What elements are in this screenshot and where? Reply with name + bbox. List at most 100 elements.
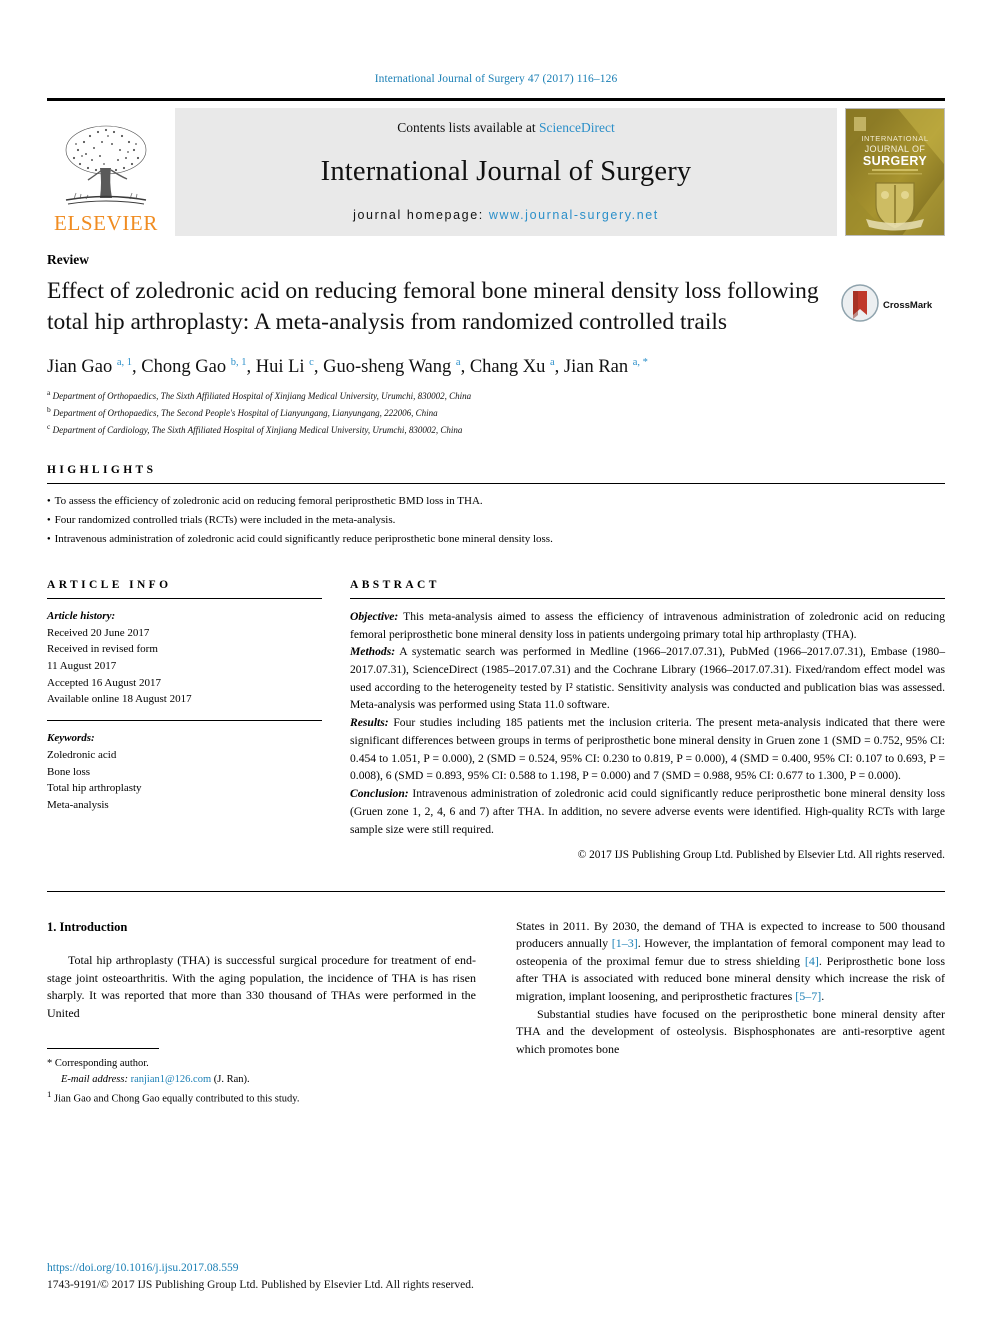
sciencedirect-link[interactable]: ScienceDirect	[539, 120, 615, 135]
svg-text:INTERNATIONAL: INTERNATIONAL	[861, 134, 928, 143]
intro-paragraph-right-1: States in 2011. By 2030, the demand of T…	[516, 918, 945, 1006]
footnote-corresponding-author: * Corresponding author.	[47, 1056, 476, 1072]
doi-link[interactable]: https://doi.org/10.1016/j.ijsu.2017.08.5…	[47, 1260, 474, 1277]
abstract-methods-text: A systematic search was performed in Med…	[350, 645, 945, 712]
affiliation-b-text: Department of Orthopaedics, The Second P…	[53, 408, 438, 419]
introduction-heading: 1. Introduction	[47, 919, 128, 934]
email-address-label: E-mail address:	[61, 1074, 128, 1086]
keywords-block: Keywords: Zoledronic acid Bone loss Tota…	[47, 730, 322, 814]
intro-paragraph-right-2: Substantial studies have focused on the …	[516, 1006, 945, 1056]
highlight-item: Four randomized controlled trials (RCTs)…	[47, 511, 945, 530]
article-info-separator	[47, 720, 322, 722]
article-head: Review Effect of zoledronic acid on redu…	[47, 252, 945, 865]
body-two-column: 1. Introduction Total hip arthroplasty (…	[47, 918, 945, 1108]
abstract-rule	[350, 597, 945, 599]
keyword-item: Zoledronic acid	[47, 748, 117, 761]
history-revised-date: 11 August 2017	[47, 659, 117, 672]
abstract-methods: Methods: A systematic search was perform…	[350, 643, 945, 714]
citation-ref-5-7[interactable]: [5–7]	[795, 989, 821, 1003]
journal-cover-thumbnail: INTERNATIONAL JOURNAL OF SURGERY	[845, 108, 945, 236]
article-info-heading: ARTICLE INFO	[47, 578, 172, 591]
crossmark-label: CrossMark	[883, 300, 933, 311]
journal-title: International Journal of Surgery	[320, 156, 692, 187]
affiliations-list: a Department of Orthopaedics, The Sixth …	[47, 387, 945, 438]
running-head: International Journal of Surgery 47 (201…	[374, 73, 618, 85]
article-info-column: ARTICLE INFO Article history: Received 2…	[47, 579, 350, 865]
abstract-results: Results: Four studies including 185 pati…	[350, 714, 945, 785]
email-author-suffix: (J. Ran).	[211, 1074, 250, 1086]
masthead-container: ELSEVIER Contents lists available at Sci…	[47, 98, 945, 236]
journal-homepage-line: journal homepage: www.journal-surgery.ne…	[353, 208, 659, 222]
asterisk-icon: *	[47, 1058, 53, 1070]
corresponding-author-text: Corresponding author.	[54, 1058, 149, 1070]
masthead: ELSEVIER Contents lists available at Sci…	[47, 108, 945, 236]
footnotes-block: * Corresponding author. E-mail address: …	[47, 1056, 476, 1107]
homepage-label: journal homepage:	[353, 208, 489, 222]
email-address-link[interactable]: ranjian1@126.com	[131, 1074, 212, 1085]
author-list: Jian Gao a, 1, Chong Gao b, 1, Hui Li c,…	[47, 357, 648, 378]
page-footer: https://doi.org/10.1016/j.ijsu.2017.08.5…	[47, 1260, 474, 1295]
footnote-email: E-mail address: ranjian1@126.com (J. Ran…	[47, 1072, 476, 1088]
issn-copyright-line: 1743-9191/© 2017 IJS Publishing Group Lt…	[47, 1278, 474, 1291]
history-accepted: Accepted 16 August 2017	[47, 676, 161, 689]
citation-ref-4[interactable]: [4]	[805, 954, 819, 968]
footnote-marker-1: 1	[47, 1089, 52, 1100]
keyword-item: Bone loss	[47, 765, 91, 778]
highlights-list: To assess the efficiency of zoledronic a…	[47, 483, 945, 549]
highlight-item: To assess the efficiency of zoledronic a…	[47, 492, 945, 511]
abstract-results-label: Results:	[350, 716, 389, 730]
keyword-item: Meta-analysis	[47, 798, 109, 811]
keywords-label: Keywords:	[47, 732, 95, 745]
affiliation-b: b Department of Orthopaedics, The Second…	[47, 405, 438, 419]
body-column-left: 1. Introduction Total hip arthroplasty (…	[47, 918, 476, 1108]
crossmark-badge[interactable]: CrossMark	[841, 284, 945, 327]
body-column-right: States in 2011. By 2030, the demand of T…	[516, 918, 945, 1108]
intro-paragraph-left: Total hip arthroplasty (THA) is successf…	[47, 952, 476, 1020]
abstract-conclusion-label: Conclusion:	[350, 787, 409, 801]
contents-available-line: Contents lists available at ScienceDirec…	[397, 120, 614, 136]
crossmark-icon	[841, 284, 879, 327]
affiliation-a: a Department of Orthopaedics, The Sixth …	[47, 388, 472, 402]
keyword-item: Total hip arthroplasty	[47, 782, 142, 795]
abstract-conclusion-text: Intravenous administration of zoledronic…	[350, 787, 945, 836]
abstract-copyright: © 2017 IJS Publishing Group Ltd. Publish…	[577, 849, 945, 862]
journal-band: Contents lists available at ScienceDirec…	[175, 108, 837, 236]
info-abstract-row: ARTICLE INFO Article history: Received 2…	[47, 579, 945, 865]
abstract-body: Objective: This meta-analysis aimed to a…	[350, 608, 945, 865]
article-type-label: Review	[47, 252, 89, 267]
affiliation-a-text: Department of Orthopaedics, The Sixth Af…	[52, 391, 472, 402]
intro-right-text-d: .	[821, 989, 825, 1004]
abstract-column: ABSTRACT Objective: This meta-analysis a…	[350, 579, 945, 865]
abstract-objective: Objective: This meta-analysis aimed to a…	[350, 608, 945, 643]
svg-text:SURGERY: SURGERY	[863, 154, 927, 168]
abstract-objective-text: This meta-analysis aimed to assess the e…	[350, 609, 945, 641]
abstract-objective-label: Objective:	[350, 609, 399, 623]
abstract-conclusion: Conclusion: Intravenous administration o…	[350, 785, 945, 838]
article-history-label: Article history:	[47, 609, 116, 622]
article-history-block: Article history: Received 20 June 2017 R…	[47, 608, 322, 708]
highlight-item: Intravenous administration of zoledronic…	[47, 530, 945, 549]
highlights-heading: HIGHLIGHTS	[47, 464, 157, 477]
abstract-heading: ABSTRACT	[350, 578, 440, 591]
body-separator-rule	[47, 890, 945, 892]
equal-contribution-text: Jian Gao and Chong Gao equally contribut…	[54, 1093, 300, 1105]
title-row: Effect of zoledronic acid on reducing fe…	[47, 276, 945, 337]
affiliation-c-text: Department of Cardiology, The Sixth Affi…	[52, 425, 463, 436]
contents-prefix: Contents lists available at	[397, 120, 539, 135]
elsevier-tree-icon	[56, 120, 156, 212]
footnote-equal-contribution: 1 Jian Gao and Chong Gao equally contrib…	[47, 1088, 476, 1107]
elsevier-logo: ELSEVIER	[47, 108, 165, 236]
article-title: Effect of zoledronic acid on reducing fe…	[47, 278, 819, 335]
affiliation-c: c Department of Cardiology, The Sixth Af…	[47, 422, 463, 436]
citation-ref-1-3[interactable]: [1–3]	[612, 936, 638, 950]
history-received: Received 20 June 2017	[47, 626, 150, 639]
elsevier-wordmark: ELSEVIER	[54, 211, 158, 235]
article-info-rule	[47, 597, 322, 599]
history-online: Available online 18 August 2017	[47, 693, 192, 706]
abstract-results-text: Four studies including 185 patients met …	[350, 716, 945, 783]
svg-text:JOURNAL OF: JOURNAL OF	[865, 144, 926, 154]
history-revised-label: Received in revised form	[47, 643, 158, 656]
homepage-url-link[interactable]: www.journal-surgery.net	[489, 208, 659, 222]
paper-page: International Journal of Surgery 47 (201…	[0, 0, 992, 1323]
footnote-rule	[47, 1048, 159, 1050]
